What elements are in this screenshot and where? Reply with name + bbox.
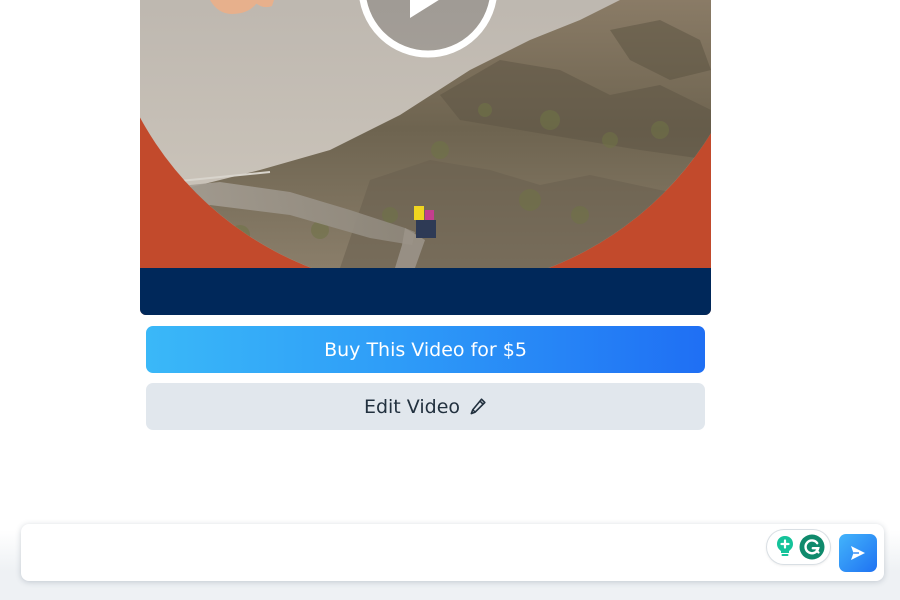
buy-video-label: Buy This Video for $5: [324, 338, 527, 361]
buy-video-button[interactable]: Buy This Video for $5: [146, 326, 705, 373]
page: Buy This Video for $5 Edit Video: [0, 0, 900, 600]
message-composer: [21, 524, 884, 581]
play-button[interactable]: [358, 0, 498, 58]
video-controls-bar: [140, 268, 711, 315]
pencil-icon: [469, 397, 487, 417]
grammarly-widget[interactable]: [767, 530, 830, 564]
send-button[interactable]: [839, 534, 877, 572]
edit-video-label: Edit Video: [363, 395, 461, 418]
video-thumbnail[interactable]: [140, 0, 711, 268]
grammarly-spark-icon[interactable]: [772, 534, 798, 560]
send-arrow-icon: [851, 546, 865, 560]
edit-video-button[interactable]: Edit Video: [146, 383, 705, 430]
message-input[interactable]: [33, 534, 767, 572]
video-player[interactable]: [140, 0, 711, 315]
play-icon: [359, 0, 497, 58]
grammarly-g-icon[interactable]: [799, 534, 825, 560]
